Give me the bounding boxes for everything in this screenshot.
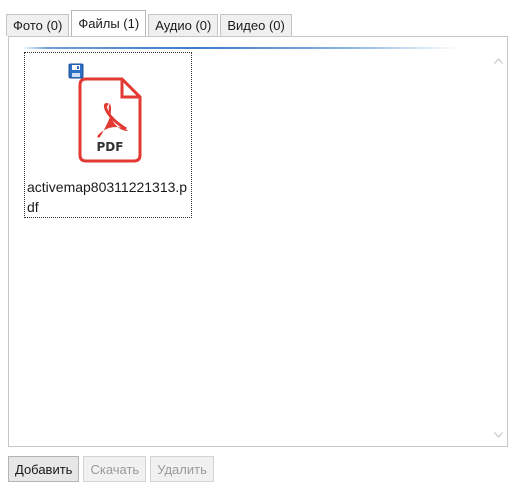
floppy-disk-icon: [68, 63, 84, 79]
vertical-scrollbar[interactable]: [490, 37, 507, 446]
delete-button[interactable]: Удалить: [150, 456, 214, 482]
tab-files[interactable]: Файлы (1): [71, 10, 147, 36]
scroll-down-arrow-icon[interactable]: [490, 426, 507, 443]
files-panel: PDF activemap80311221313.pdf: [8, 36, 508, 447]
tab-video[interactable]: Видео (0): [220, 14, 292, 36]
pdf-file-icon: PDF: [68, 63, 146, 163]
tab-photo[interactable]: Фото (0): [6, 14, 70, 36]
file-item[interactable]: PDF activemap80311221313.pdf: [24, 52, 192, 218]
scroll-up-arrow-icon[interactable]: [490, 52, 507, 69]
button-bar: Добавить Скачать Удалить: [8, 456, 218, 482]
tab-audio[interactable]: Аудио (0): [148, 14, 219, 36]
selection-highlight-line: [21, 47, 459, 49]
download-button[interactable]: Скачать: [83, 456, 147, 482]
tab-bar: Фото (0) Файлы (1) Аудио (0) Видео (0): [6, 10, 294, 36]
add-button[interactable]: Добавить: [8, 456, 80, 482]
file-name: activemap80311221313.pdf: [27, 179, 188, 215]
pdf-icon-text: PDF: [97, 140, 124, 154]
